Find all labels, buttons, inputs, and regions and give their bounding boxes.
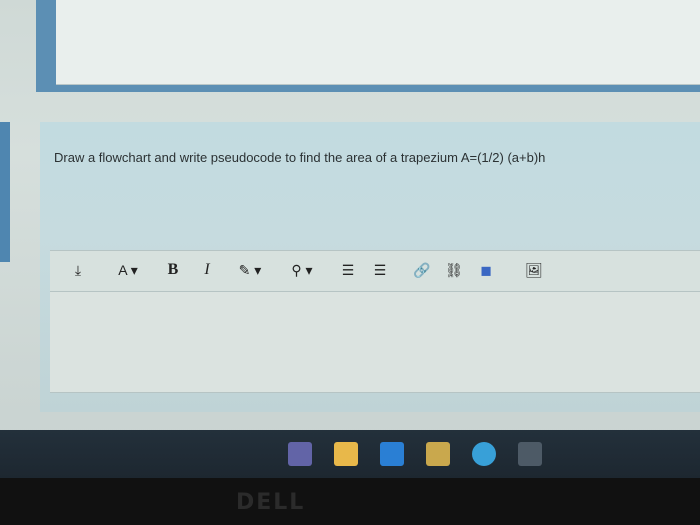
mail-icon[interactable]	[380, 442, 404, 466]
question-card: Draw a flowchart and write pseudocode to…	[40, 122, 700, 412]
left-accent-strip	[0, 122, 10, 262]
brand-logo: DELL	[236, 490, 306, 515]
bold-button[interactable]: B	[162, 259, 184, 281]
windows-taskbar	[0, 430, 700, 478]
unlink-button[interactable]: ⛓	[442, 259, 466, 281]
editor-toolbar: ⤓ A ▾ B I ✎ ▾ ⚲ ▾ ☰ ☰ 🔗 ⛓ ◼ 🖼	[50, 250, 700, 292]
monitor-bezel: DELL	[0, 478, 700, 525]
file-explorer-icon[interactable]	[334, 442, 358, 466]
teams-icon[interactable]	[288, 442, 312, 466]
font-size-button[interactable]: A ▾	[110, 259, 146, 281]
answer-editor-area[interactable]	[50, 292, 700, 393]
highlight-button[interactable]: ⚲ ▾	[282, 259, 322, 281]
calculator-icon[interactable]	[518, 442, 542, 466]
bullet-list-button[interactable]: ☰	[336, 259, 360, 281]
edge-icon[interactable]	[472, 442, 496, 466]
text-color-button[interactable]: ✎ ▾	[230, 259, 270, 281]
screen: Draw a flowchart and write pseudocode to…	[0, 0, 700, 440]
question-text: Draw a flowchart and write pseudocode to…	[54, 150, 546, 165]
numbered-list-button[interactable]: ☰	[368, 259, 392, 281]
media-button[interactable]: ◼	[474, 259, 498, 281]
store-icon[interactable]	[426, 442, 450, 466]
previous-answer-editor[interactable]	[56, 0, 700, 85]
link-button[interactable]: 🔗	[410, 259, 434, 281]
previous-answer-card	[36, 0, 700, 92]
italic-button[interactable]: I	[196, 259, 218, 281]
image-button[interactable]: 🖼	[522, 259, 546, 281]
expand-toolbar-button[interactable]: ⤓	[68, 259, 88, 281]
